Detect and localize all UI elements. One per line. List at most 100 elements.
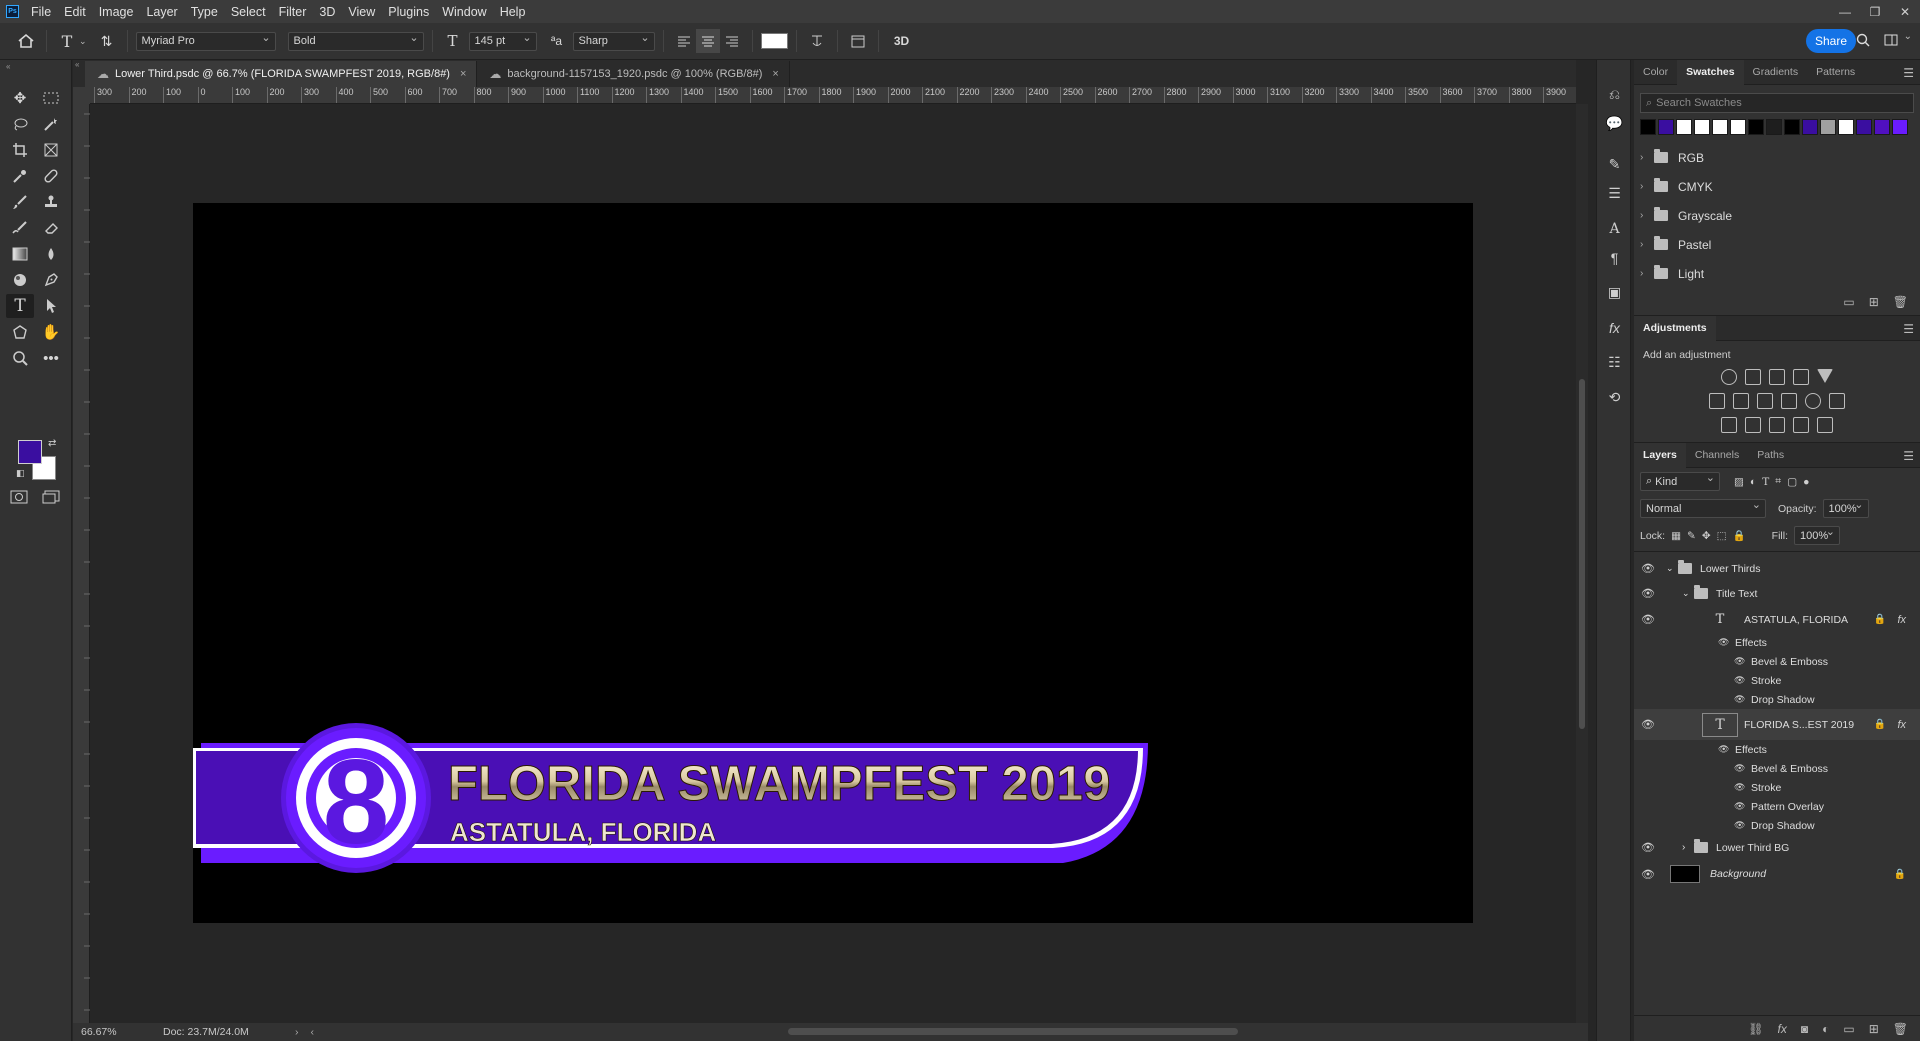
actions-panel-icon[interactable]: ⟲ bbox=[1597, 383, 1632, 412]
visibility-eye-icon[interactable]: 👁 bbox=[1718, 744, 1730, 755]
chevron-right-icon[interactable]: › bbox=[1640, 268, 1650, 279]
lock-artboard-icon[interactable]: ⬚ bbox=[1717, 530, 1727, 542]
swatch-group-light[interactable]: › Light bbox=[1634, 259, 1920, 288]
delete-icon[interactable]: 🗑 bbox=[1893, 295, 1908, 309]
doc-size[interactable]: Doc: 23.7M/24.0M bbox=[163, 1026, 283, 1038]
type-tool-preset-icon[interactable]: T bbox=[55, 29, 79, 53]
panel-menu-icon[interactable]: ☰ bbox=[1903, 449, 1914, 463]
delete-icon[interactable]: 🗑 bbox=[1893, 1022, 1908, 1036]
tab-swatches[interactable]: Swatches bbox=[1677, 59, 1744, 85]
add-style-icon[interactable]: fx bbox=[1778, 1022, 1787, 1036]
opacity-input[interactable]: 100% bbox=[1822, 498, 1869, 518]
canvas-area[interactable]: 8 FLORIDA SWAMPFEST 2019 ASTATULA, FLORI… bbox=[90, 104, 1576, 1023]
panel-menu-icon[interactable]: ☰ bbox=[1903, 66, 1914, 80]
black-white-icon[interactable] bbox=[1757, 393, 1773, 409]
vibrance-icon[interactable] bbox=[1817, 369, 1833, 383]
effect-stroke[interactable]: 👁 Stroke bbox=[1634, 778, 1920, 797]
brightness-contrast-icon[interactable] bbox=[1721, 369, 1737, 385]
swatch[interactable] bbox=[1676, 119, 1692, 135]
restore-icon[interactable]: ❐ bbox=[1860, 5, 1890, 19]
align-left-icon[interactable] bbox=[672, 29, 696, 53]
close-tab-icon[interactable]: × bbox=[460, 68, 466, 80]
chevron-right-icon[interactable]: › bbox=[1640, 181, 1650, 192]
menu-type[interactable]: Type bbox=[191, 5, 218, 19]
collapse-icon[interactable]: « bbox=[75, 60, 85, 69]
effect-drop-shadow[interactable]: 👁 Drop Shadow bbox=[1634, 816, 1920, 835]
gradient-map-icon[interactable] bbox=[1817, 417, 1833, 433]
menu-filter[interactable]: Filter bbox=[279, 5, 307, 19]
minimize-icon[interactable]: — bbox=[1830, 5, 1860, 19]
tab-color[interactable]: Color bbox=[1634, 60, 1677, 85]
gradient-tool-icon[interactable] bbox=[6, 242, 34, 266]
swatches-search-input[interactable]: ⌕ Search Swatches bbox=[1640, 93, 1914, 113]
fill-input[interactable]: 100% bbox=[1794, 525, 1840, 545]
chevron-right-icon[interactable]: › bbox=[1682, 842, 1692, 853]
menu-layer[interactable]: Layer bbox=[146, 5, 177, 19]
photo-filter-icon[interactable] bbox=[1781, 393, 1797, 409]
lock-position-icon[interactable]: ✥ bbox=[1702, 530, 1711, 542]
effect-bevel-emboss[interactable]: 👁 Bevel & Emboss bbox=[1634, 652, 1920, 671]
brush-panel-icon[interactable]: ✎ bbox=[1597, 150, 1632, 179]
lock-paint-icon[interactable]: ✎ bbox=[1687, 530, 1696, 542]
menu-help[interactable]: Help bbox=[500, 5, 526, 19]
swatch[interactable] bbox=[1892, 119, 1908, 135]
swatch-group-rgb[interactable]: › RGB bbox=[1634, 143, 1920, 172]
swatch[interactable] bbox=[1838, 119, 1854, 135]
hue-saturation-icon[interactable] bbox=[1709, 393, 1725, 409]
quick-mask-icon[interactable] bbox=[10, 490, 28, 504]
eraser-tool-icon[interactable] bbox=[37, 216, 65, 240]
tab-patterns[interactable]: Patterns bbox=[1807, 60, 1864, 85]
chevron-down-icon[interactable]: ⌄ bbox=[1666, 563, 1676, 574]
pen-tool-icon[interactable] bbox=[37, 268, 65, 292]
visibility-eye-icon[interactable]: 👁 bbox=[1634, 868, 1662, 881]
chevron-right-icon[interactable]: › bbox=[1640, 239, 1650, 250]
close-window-icon[interactable]: ✕ bbox=[1890, 5, 1920, 19]
object-selection-tool-icon[interactable] bbox=[37, 112, 65, 136]
align-right-icon[interactable] bbox=[720, 29, 744, 53]
styles-panel-icon[interactable]: fx bbox=[1597, 313, 1632, 342]
tab-channels[interactable]: Channels bbox=[1686, 443, 1748, 468]
swatch-group-cmyk[interactable]: › CMYK bbox=[1634, 172, 1920, 201]
visibility-eye-icon[interactable]: 👁 bbox=[1634, 562, 1662, 575]
posterize-icon[interactable] bbox=[1745, 417, 1761, 433]
menu-plugins[interactable]: Plugins bbox=[388, 5, 429, 19]
curves-icon[interactable] bbox=[1769, 369, 1785, 385]
font-family-select[interactable]: Myriad Pro bbox=[135, 31, 276, 51]
share-button[interactable]: Share bbox=[1806, 29, 1856, 53]
menu-image[interactable]: Image bbox=[99, 5, 134, 19]
selective-color-icon[interactable] bbox=[1793, 417, 1809, 433]
tab-adjustments[interactable]: Adjustments bbox=[1634, 315, 1716, 341]
tab-background[interactable]: ☁ background-1157153_1920.psdc @ 100% (R… bbox=[477, 61, 790, 87]
panel-menu-icon[interactable]: ☰ bbox=[1903, 322, 1914, 336]
brush-settings-icon[interactable]: ☰ bbox=[1597, 179, 1632, 208]
filter-pixel-icon[interactable]: ▨ bbox=[1734, 476, 1744, 488]
invert-icon[interactable] bbox=[1721, 417, 1737, 433]
brush-tool-icon[interactable] bbox=[6, 190, 34, 214]
blend-mode-select[interactable]: Normal bbox=[1640, 498, 1766, 518]
home-icon[interactable] bbox=[14, 29, 38, 53]
visibility-eye-icon[interactable]: 👁 bbox=[1634, 613, 1662, 626]
link-layers-icon[interactable]: ⛓ bbox=[1748, 1022, 1763, 1036]
chevron-right-icon[interactable]: › bbox=[1640, 152, 1650, 163]
libraries-panel-icon[interactable]: ▣ bbox=[1597, 278, 1632, 307]
swap-colors-icon[interactable]: ⇄ bbox=[48, 438, 56, 449]
lock-transparent-icon[interactable]: ▦ bbox=[1671, 530, 1681, 542]
filter-toggle-icon[interactable]: ● bbox=[1803, 476, 1809, 488]
lasso-tool-icon[interactable] bbox=[6, 112, 34, 136]
layer-group-lower-thirds[interactable]: 👁 ⌄ Lower Thirds bbox=[1634, 556, 1920, 581]
swatch-group-pastel[interactable]: › Pastel bbox=[1634, 230, 1920, 259]
swatch[interactable] bbox=[1658, 119, 1674, 135]
new-group-icon[interactable]: ▭ bbox=[1843, 295, 1854, 309]
filter-type-icon[interactable]: T bbox=[1762, 476, 1769, 488]
visibility-eye-icon[interactable]: 👁 bbox=[1634, 587, 1662, 600]
new-group-icon[interactable]: ▭ bbox=[1843, 1022, 1854, 1036]
tab-gradients[interactable]: Gradients bbox=[1744, 60, 1808, 85]
tab-paths[interactable]: Paths bbox=[1748, 443, 1793, 468]
crop-tool-icon[interactable] bbox=[6, 138, 34, 162]
swatch[interactable] bbox=[1640, 119, 1656, 135]
swatch[interactable] bbox=[1730, 119, 1746, 135]
clone-stamp-tool-icon[interactable] bbox=[37, 190, 65, 214]
type-tool-icon[interactable]: T bbox=[6, 294, 34, 318]
layer-group-lower-third-bg[interactable]: 👁 › Lower Third BG bbox=[1634, 835, 1920, 860]
hand-tool-icon[interactable]: ✋ bbox=[37, 320, 65, 344]
